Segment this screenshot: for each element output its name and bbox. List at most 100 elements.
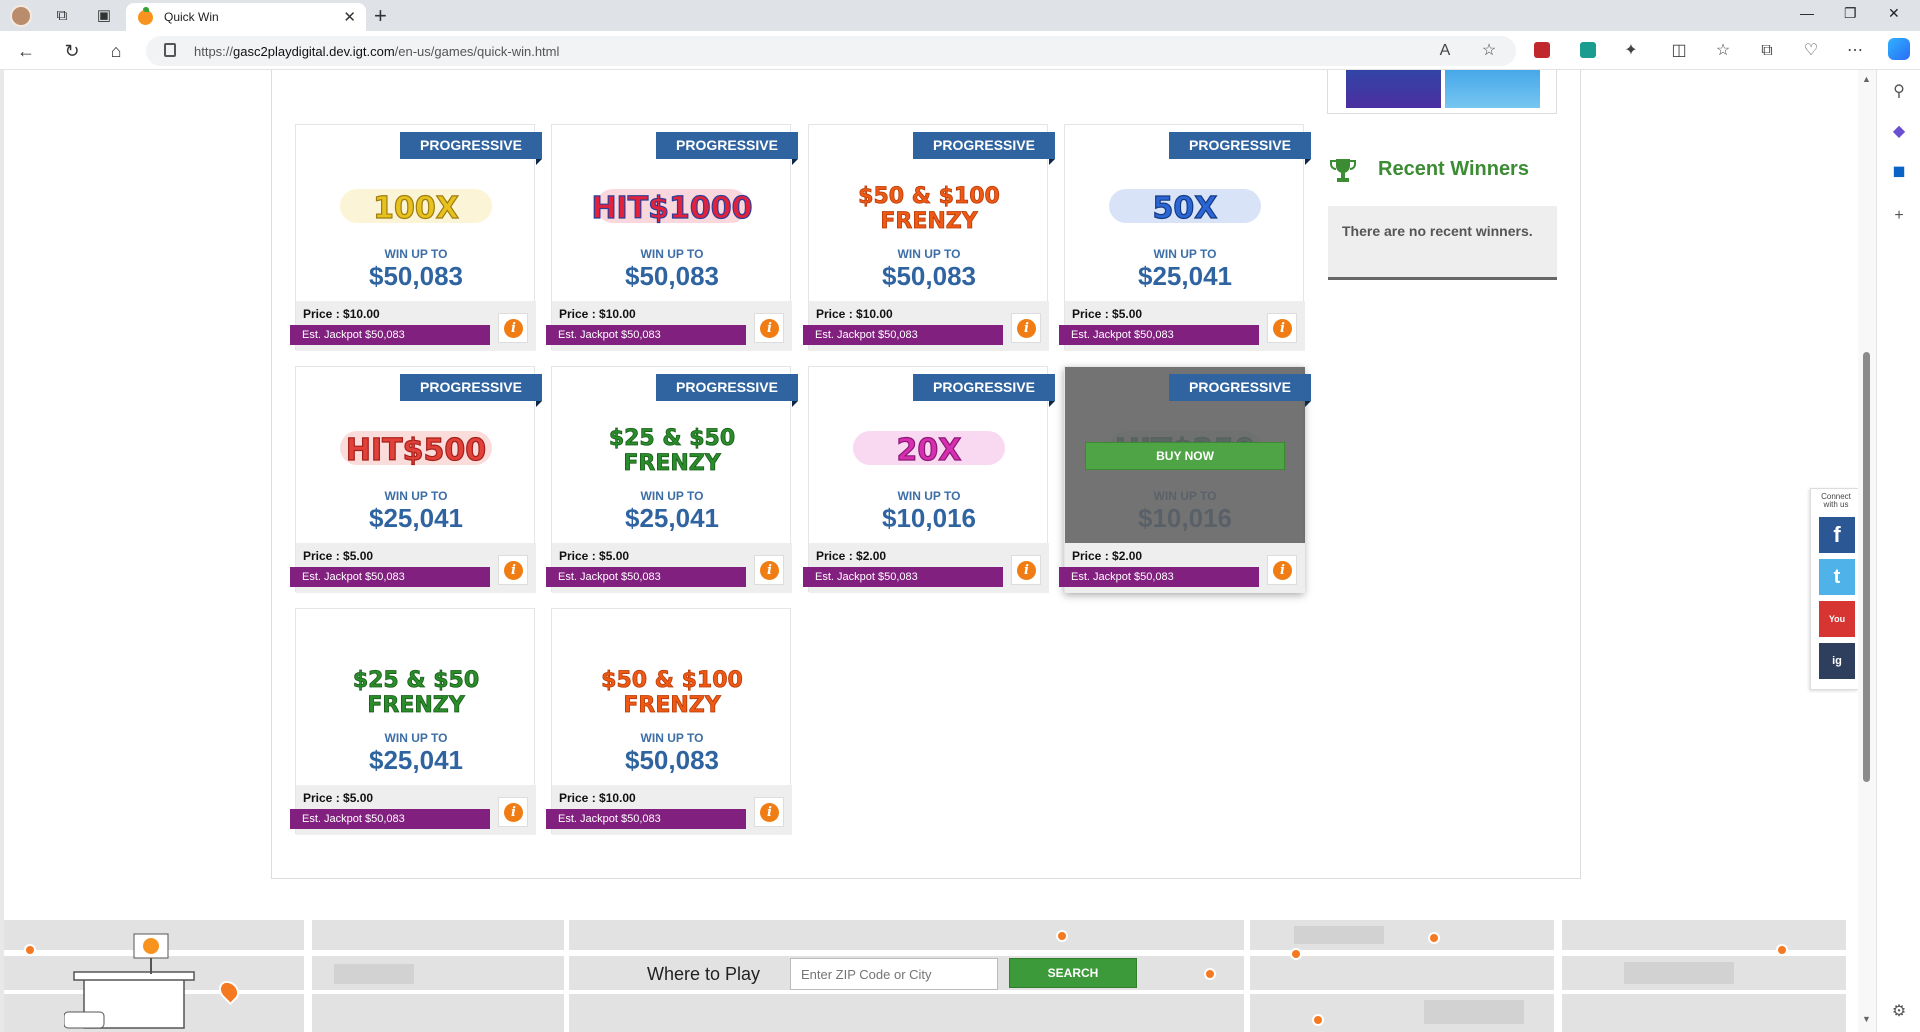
svg-text:50X: 50X: [1153, 191, 1218, 226]
extension-icon[interactable]: [1534, 42, 1550, 58]
home-icon[interactable]: ⌂: [104, 39, 128, 63]
outlook-icon[interactable]: ◼: [1889, 162, 1909, 182]
youtube-icon[interactable]: You Tube: [1819, 601, 1855, 660]
tab-quick-win[interactable]: Quick Win ✕: [126, 3, 366, 32]
game-card[interactable]: HIT$500 WIN UP TO $25,041 PROGRESSIVE Price…: [290, 366, 542, 593]
restore-icon[interactable]: ❐: [1844, 5, 1857, 22]
game-logo[interactable]: 20X: [827, 423, 1031, 475]
workspaces-icon[interactable]: ⧉: [52, 6, 72, 26]
svg-text:FRENZY: FRENZY: [367, 693, 465, 718]
game-price: Price : $5.00: [303, 549, 374, 563]
search-icon[interactable]: ⚲: [1889, 82, 1909, 102]
win-amount: $25,041: [369, 745, 463, 775]
favorite-star-icon[interactable]: ☆: [1478, 40, 1500, 62]
info-button[interactable]: i: [754, 797, 784, 827]
minimize-icon[interactable]: —: [1800, 5, 1814, 21]
refresh-icon[interactable]: ↻: [60, 39, 84, 63]
split-screen-icon[interactable]: ◫: [1668, 40, 1690, 62]
collections-icon[interactable]: ⧉: [1756, 40, 1778, 62]
instagram-icon[interactable]: ig: [1819, 643, 1855, 679]
game-logo[interactable]: $50 & $100 FRENZY: [827, 181, 1031, 235]
game-logo[interactable]: HIT$1000: [570, 181, 774, 233]
extensions-puzzle-icon[interactable]: ✦: [1620, 40, 1642, 62]
game-logo[interactable]: 100X: [314, 181, 518, 233]
info-button[interactable]: i: [1011, 313, 1041, 343]
info-icon: i: [504, 803, 523, 822]
info-icon: i: [1017, 319, 1036, 338]
close-window-icon[interactable]: ✕: [1888, 5, 1900, 22]
url-text: https://gasc2playdigital.dev.igt.com/en-…: [194, 44, 560, 59]
close-tab-icon[interactable]: ✕: [343, 8, 356, 26]
card-footer: Price : $5.00 Est. Jackpot $50,083 i: [546, 543, 792, 593]
twitter-icon[interactable]: t: [1819, 559, 1855, 595]
svg-text:FRENZY: FRENZY: [880, 209, 978, 234]
win-amount: $10,016: [882, 503, 976, 533]
back-icon[interactable]: ←: [14, 39, 38, 63]
game-logo[interactable]: HIT$500: [314, 423, 518, 475]
profile-avatar[interactable]: [10, 5, 32, 27]
favorites-icon[interactable]: ☆: [1712, 40, 1734, 62]
info-icon: i: [760, 803, 779, 822]
info-button[interactable]: i: [498, 313, 528, 343]
tab-actions-icon[interactable]: ▣: [94, 6, 114, 26]
game-card[interactable]: $50 & $100 FRENZY WIN UP TO $50,083 PROGRES…: [803, 124, 1055, 351]
promo-banner[interactable]: [1346, 70, 1441, 108]
search-button[interactable]: SEARCH: [1009, 958, 1137, 988]
read-aloud-icon[interactable]: A: [1434, 40, 1456, 62]
progressive-ribbon: PROGRESSIVE: [400, 374, 542, 407]
new-tab-icon[interactable]: +: [374, 3, 387, 29]
lock-icon[interactable]: [164, 43, 176, 57]
scroll-down-icon[interactable]: ▼: [1862, 1014, 1871, 1024]
win-up-to-label: WIN UP TO: [384, 489, 448, 503]
card-footer: Price : $5.00 Est. Jackpot $50,083 i: [1059, 301, 1305, 351]
game-logo[interactable]: $25 & $50 FRENZY: [314, 665, 518, 719]
est-jackpot: Est. Jackpot $50,083: [546, 809, 746, 829]
recent-winners-box: There are no recent winners.: [1328, 206, 1557, 280]
info-icon: i: [1017, 561, 1036, 580]
info-button[interactable]: i: [498, 555, 528, 585]
more-menu-icon[interactable]: ⋯: [1844, 40, 1866, 62]
buy-now-button[interactable]: BUY NOW: [1085, 442, 1285, 470]
scroll-thumb[interactable]: [1863, 352, 1870, 782]
game-card[interactable]: HIT$250WIN UP TO$10,016BUY NOWPROGRESSIV…: [1059, 366, 1311, 593]
info-button[interactable]: i: [1011, 555, 1041, 585]
svg-text:HIT$1000: HIT$1000: [591, 191, 752, 226]
game-card[interactable]: $25 & $50 FRENZY WIN UP TO $25,041 PROGRESS…: [546, 366, 798, 593]
page-scrollbar[interactable]: ▲ ▼: [1858, 70, 1876, 1032]
facebook-icon[interactable]: f: [1819, 517, 1855, 553]
info-button[interactable]: i: [1267, 313, 1297, 343]
game-card[interactable]: 50X WIN UP TO $25,041 PROGRESSIVE Price : $…: [1059, 124, 1311, 351]
map-pin-icon: [1312, 1014, 1324, 1026]
scroll-up-icon[interactable]: ▲: [1862, 74, 1871, 84]
performance-icon[interactable]: ♡: [1800, 40, 1822, 62]
info-button[interactable]: i: [498, 797, 528, 827]
info-button[interactable]: i: [754, 313, 784, 343]
url-bar[interactable]: https://gasc2playdigital.dev.igt.com/en-…: [146, 36, 1516, 66]
browser-titlebar: ⧉ ▣ Quick Win ✕ + — ❐ ✕: [0, 0, 1920, 32]
info-button[interactable]: i: [754, 555, 784, 585]
no-winners-text: There are no recent winners.: [1342, 223, 1533, 239]
game-logo[interactable]: $25 & $50 FRENZY: [570, 423, 774, 477]
game-card[interactable]: HIT$1000 WIN UP TO $50,083 PROGRESSIVE Pric…: [546, 124, 798, 351]
game-price: Price : $10.00: [816, 307, 893, 321]
zip-input[interactable]: [790, 958, 998, 990]
copilot-icon[interactable]: [1888, 38, 1910, 60]
promo-banner[interactable]: [1445, 70, 1540, 108]
progressive-ribbon: PROGRESSIVE: [913, 132, 1055, 165]
game-card[interactable]: $25 & $50 FRENZY WIN UP TO $25,041 Price :…: [290, 608, 536, 835]
game-logo[interactable]: $50 & $100 FRENZY: [570, 665, 774, 719]
game-card[interactable]: 100X WIN UP TO $50,083 PROGRESSIVE Price : …: [290, 124, 542, 351]
est-jackpot: Est. Jackpot $50,083: [290, 325, 490, 345]
svg-text:$50 & $100: $50 & $100: [858, 184, 1000, 209]
address-toolbar: ← ↻ ⌂ https://gasc2playdigital.dev.igt.c…: [0, 31, 1920, 70]
card-footer: Price : $10.00 Est. Jackpot $50,083 i: [290, 301, 536, 351]
extension-icon[interactable]: [1580, 42, 1596, 58]
copilot-app-icon[interactable]: ◆: [1889, 122, 1909, 142]
svg-text:HIT$500: HIT$500: [346, 433, 486, 468]
add-icon[interactable]: +: [1889, 206, 1909, 226]
game-card[interactable]: $50 & $100 FRENZY WIN UP TO $50,083 Price …: [546, 608, 792, 835]
settings-gear-icon[interactable]: ⚙: [1889, 1002, 1909, 1022]
game-logo[interactable]: 50X: [1083, 181, 1287, 233]
info-button[interactable]: i: [1267, 555, 1297, 585]
game-card[interactable]: 20X WIN UP TO $10,016 PROGRESSIVE Price : $…: [803, 366, 1055, 593]
